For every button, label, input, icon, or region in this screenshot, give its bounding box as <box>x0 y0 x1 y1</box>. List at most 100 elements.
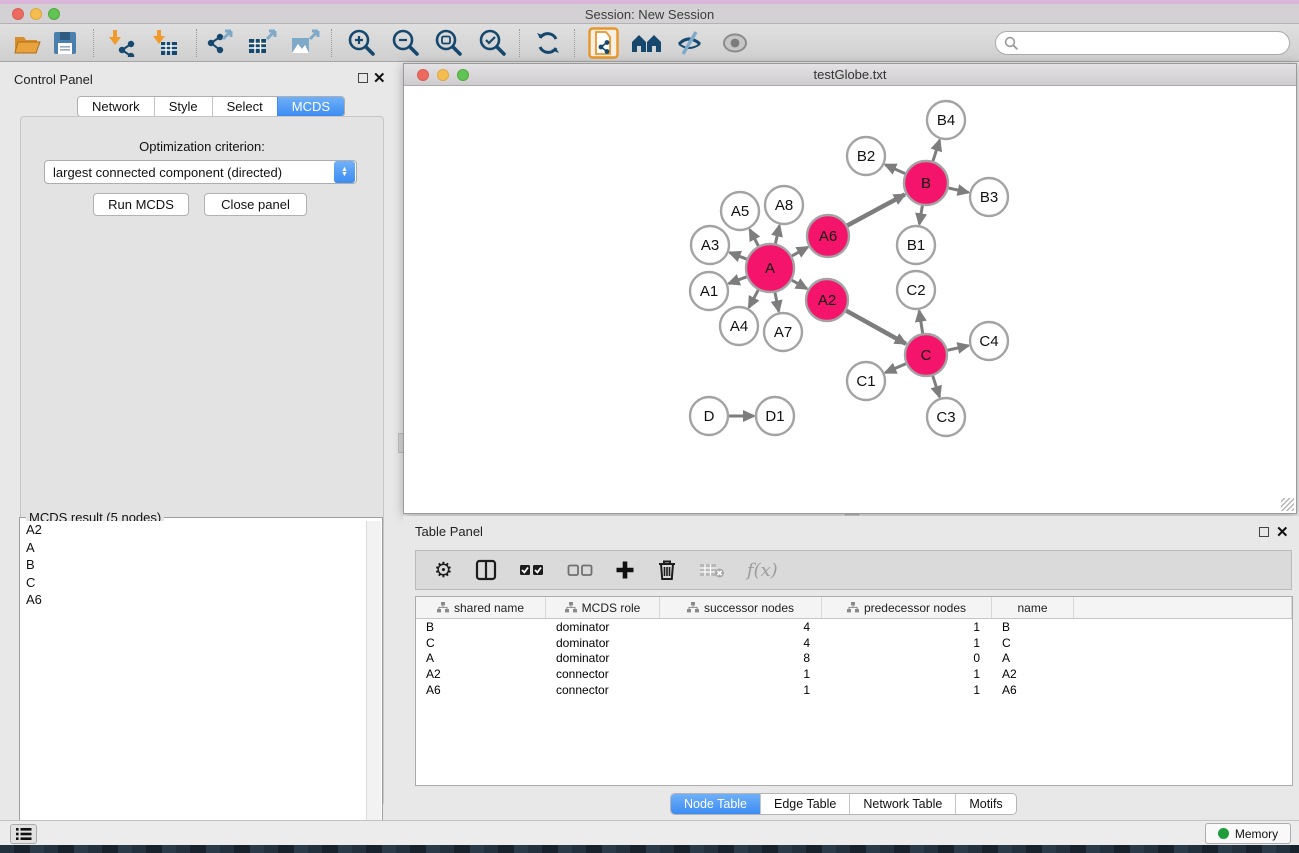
table-cell[interactable]: 4 <box>660 635 822 651</box>
memory-button[interactable]: Memory <box>1205 823 1291 844</box>
table-cell[interactable]: 1 <box>822 666 992 682</box>
table-cell[interactable]: A2 <box>992 666 1074 682</box>
tab-style[interactable]: Style <box>154 97 212 116</box>
graph-node-C2[interactable]: C2 <box>897 271 935 309</box>
tab-network-table[interactable]: Network Table <box>849 794 955 814</box>
edge-B-B1[interactable] <box>919 206 922 225</box>
table-cell[interactable]: 1 <box>660 682 822 698</box>
column-header-shared-name[interactable]: shared name <box>416 597 546 618</box>
network-graph[interactable]: A5A8A3AA1A4A7A6A2BB2B4B3B1CC2C4C1C3DD1 <box>404 86 1296 513</box>
table-cell[interactable]: 1 <box>822 635 992 651</box>
edge-A-A1[interactable] <box>729 277 747 284</box>
table-cell[interactable]: 1 <box>660 666 822 682</box>
graph-node-D1[interactable]: D1 <box>756 397 794 435</box>
task-history-button[interactable] <box>10 824 37 844</box>
table-cell[interactable]: 8 <box>660 651 822 667</box>
edge-B-B4[interactable] <box>933 140 940 161</box>
tab-network[interactable]: Network <box>78 97 154 116</box>
table-cell[interactable]: A2 <box>416 666 546 682</box>
minimize-network-button[interactable] <box>437 69 449 81</box>
table-cell[interactable]: A <box>992 651 1074 667</box>
maximize-network-button[interactable] <box>457 69 469 81</box>
graph-node-A[interactable]: A <box>746 244 794 292</box>
search-field[interactable] <box>995 31 1290 55</box>
edge-B-B2[interactable] <box>885 165 905 174</box>
table-row[interactable]: Adominator80A <box>416 651 1292 667</box>
graph-node-A7[interactable]: A7 <box>764 313 802 351</box>
graph-node-A4[interactable]: A4 <box>720 307 758 345</box>
show-all-icon[interactable] <box>718 27 752 59</box>
graph-node-A6[interactable]: A6 <box>807 215 849 257</box>
edge-A6-B[interactable] <box>847 194 905 225</box>
table-cell[interactable]: dominator <box>546 635 660 651</box>
graph-node-C1[interactable]: C1 <box>847 362 885 400</box>
table-cell[interactable]: A6 <box>992 682 1074 698</box>
edge-C-C4[interactable] <box>947 346 968 351</box>
result-item[interactable]: B <box>21 556 367 574</box>
graph-node-C[interactable]: C <box>905 334 947 376</box>
edge-C-C1[interactable] <box>885 364 906 373</box>
graph-node-A8[interactable]: A8 <box>765 186 803 224</box>
run-mcds-button[interactable]: Run MCDS <box>93 193 189 216</box>
column-pane-icon[interactable] <box>475 556 497 584</box>
zoom-selected-icon[interactable] <box>475 27 509 59</box>
delete-table-icon[interactable] <box>699 556 725 584</box>
new-network-from-selection-icon[interactable] <box>588 27 622 59</box>
import-network-icon[interactable] <box>103 27 137 59</box>
graph-node-B3[interactable]: B3 <box>970 178 1008 216</box>
export-table-icon[interactable] <box>245 27 279 59</box>
edge-A-A6[interactable] <box>792 247 808 256</box>
maximize-window-button[interactable] <box>48 8 60 20</box>
result-item[interactable]: A2 <box>21 521 367 539</box>
graph-node-B[interactable]: B <box>904 161 948 205</box>
table-cell[interactable]: A <box>416 651 546 667</box>
graph-node-A2[interactable]: A2 <box>806 279 848 321</box>
table-cell[interactable]: dominator <box>546 651 660 667</box>
edge-B-B3[interactable] <box>948 188 968 192</box>
close-window-button[interactable] <box>12 8 24 20</box>
edge-C-C3[interactable] <box>933 376 940 397</box>
graph-node-A5[interactable]: A5 <box>721 192 759 230</box>
table-cell[interactable]: connector <box>546 682 660 698</box>
tab-edge-table[interactable]: Edge Table <box>760 794 849 814</box>
zoom-out-icon[interactable] <box>388 27 422 59</box>
table-cell[interactable]: 1 <box>822 682 992 698</box>
table-cell[interactable]: dominator <box>546 619 660 635</box>
result-item[interactable]: A <box>21 539 367 557</box>
tab-motifs[interactable]: Motifs <box>955 794 1015 814</box>
zoom-in-icon[interactable] <box>344 27 378 59</box>
float-table-panel-icon[interactable] <box>1259 527 1269 537</box>
table-cell[interactable]: B <box>416 619 546 635</box>
add-icon[interactable] <box>615 556 635 584</box>
graph-node-C3[interactable]: C3 <box>927 398 965 436</box>
close-table-panel-icon[interactable]: ✕ <box>1276 523 1289 541</box>
tab-select[interactable]: Select <box>212 97 277 116</box>
table-cell[interactable]: connector <box>546 666 660 682</box>
table-cell[interactable]: 1 <box>822 619 992 635</box>
graph-node-A1[interactable]: A1 <box>690 272 728 310</box>
graph-node-B1[interactable]: B1 <box>897 226 935 264</box>
edge-A-A3[interactable] <box>730 253 747 260</box>
tab-mcds[interactable]: MCDS <box>277 97 344 116</box>
gear-icon[interactable]: ⚙ <box>434 556 453 584</box>
export-image-icon[interactable] <box>288 27 322 59</box>
close-network-button[interactable] <box>417 69 429 81</box>
close-panel-button[interactable]: Close panel <box>204 193 307 216</box>
mcds-result-list[interactable]: A2ABCA6 <box>21 521 367 851</box>
graph-node-C4[interactable]: C4 <box>970 322 1008 360</box>
window-resize-grip[interactable] <box>1281 498 1294 511</box>
graph-node-A3[interactable]: A3 <box>691 226 729 264</box>
close-panel-icon[interactable]: ✕ <box>373 69 386 87</box>
first-neighbors-icon[interactable] <box>630 27 664 59</box>
edge-C-C2[interactable] <box>919 311 922 334</box>
table-cell[interactable]: 0 <box>822 651 992 667</box>
column-header-successor-nodes[interactable]: successor nodes <box>660 597 822 618</box>
result-item[interactable]: A6 <box>21 591 367 609</box>
export-network-icon[interactable] <box>203 27 237 59</box>
criterion-dropdown[interactable]: largest connected component (directed) ▲… <box>44 160 357 184</box>
result-scrollbar[interactable] <box>366 521 381 851</box>
graph-node-B4[interactable]: B4 <box>927 101 965 139</box>
function-builder-icon[interactable]: f(x) <box>747 556 778 584</box>
open-session-icon[interactable] <box>10 27 44 59</box>
edge-A2-C[interactable] <box>846 311 906 344</box>
